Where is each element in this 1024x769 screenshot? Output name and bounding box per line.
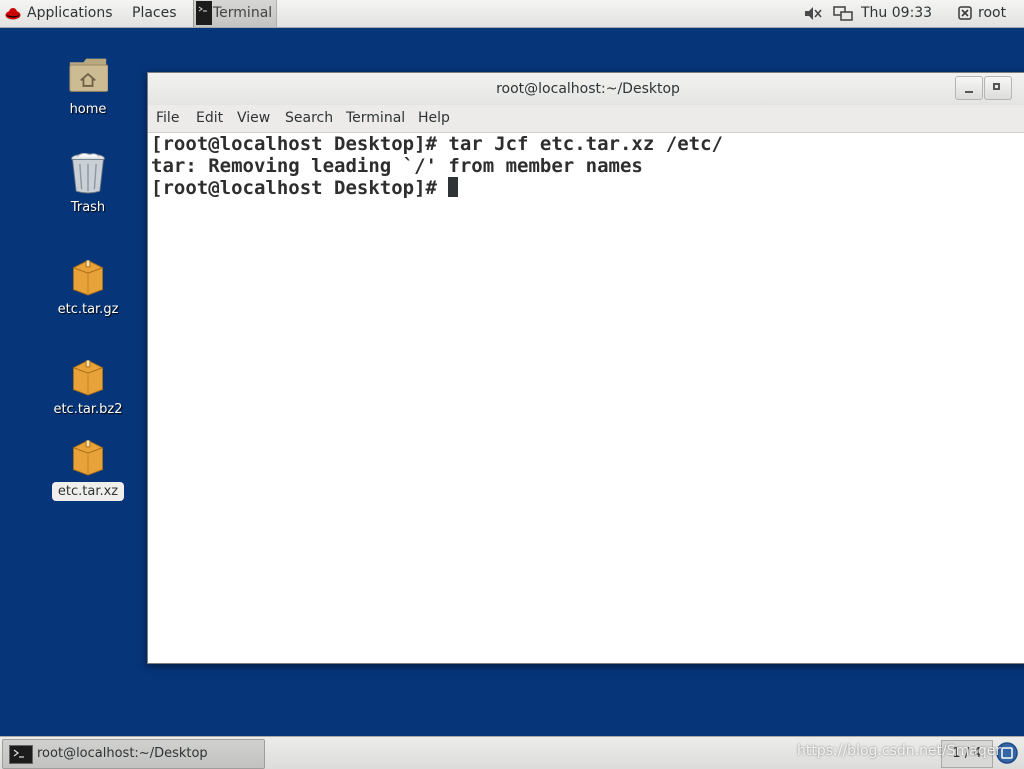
trash-icon [71, 152, 105, 194]
terminal-window[interactable]: root@localhost:~/Desktop File Edit View … [147, 72, 1024, 664]
places-menu[interactable]: Places [132, 0, 177, 27]
maximize-button[interactable] [984, 76, 1012, 100]
home-folder-icon [69, 58, 108, 92]
taskbar-terminal-button[interactable]: root@localhost:~/Desktop [2, 739, 265, 769]
terminal-output[interactable]: [root@localhost Desktop]# tar Jcf etc.ta… [148, 133, 1024, 663]
top-panel: Applications Places Terminal Thu 09:33 r… [0, 0, 1024, 28]
watermark: https://blog.csdn.net/Smaqer [797, 743, 1002, 759]
menu-file[interactable]: File [156, 105, 179, 132]
desktop-icon-label: etc.tar.xz [52, 482, 124, 501]
active-app-terminal[interactable]: Terminal [193, 0, 277, 27]
text-cursor [448, 177, 459, 197]
menu-search[interactable]: Search [285, 105, 333, 132]
user-icon [958, 6, 972, 20]
menubar: File Edit View Search Terminal Help [148, 105, 1024, 133]
menu-help[interactable]: Help [418, 105, 450, 132]
archive-icon [73, 439, 103, 476]
terminal-prompt: [root@localhost Desktop]# [151, 177, 449, 199]
user-menu[interactable]: root [978, 0, 1006, 27]
bottom-panel: root@localhost:~/Desktop 1 / 4 https://b… [0, 736, 1024, 769]
menu-edit[interactable]: Edit [196, 105, 223, 132]
terminal-icon [9, 745, 33, 764]
menu-view[interactable]: View [237, 105, 270, 132]
minimize-button[interactable] [955, 76, 983, 100]
window-titlebar[interactable]: root@localhost:~/Desktop [148, 73, 1024, 105]
desktop-icon-label: home [69, 102, 107, 117]
desktop-icon-label: etc.tar.gz [57, 302, 119, 317]
applications-menu[interactable]: Applications [27, 0, 113, 27]
volume-muted-icon[interactable] [803, 5, 823, 22]
archive-icon [73, 359, 103, 396]
archive-icon [73, 259, 103, 296]
network-icon[interactable] [833, 5, 853, 22]
active-app-label: Terminal [213, 5, 273, 21]
redhat-logo-icon[interactable] [5, 6, 21, 20]
clock[interactable]: Thu 09:33 [861, 0, 932, 27]
taskbar-label: root@localhost:~/Desktop [37, 746, 208, 761]
desktop-icon-label: etc.tar.bz2 [53, 402, 123, 417]
menu-terminal[interactable]: Terminal [346, 105, 405, 132]
window-title: root@localhost:~/Desktop [496, 81, 680, 97]
terminal-line: [root@localhost Desktop]# tar Jcf etc.ta… [151, 133, 723, 155]
terminal-prompt-line: [root@localhost Desktop]# [151, 177, 459, 199]
desktop-icon-label: Trash [70, 200, 106, 215]
terminal-icon [196, 1, 212, 25]
terminal-line: tar: Removing leading `/' from member na… [151, 155, 643, 177]
